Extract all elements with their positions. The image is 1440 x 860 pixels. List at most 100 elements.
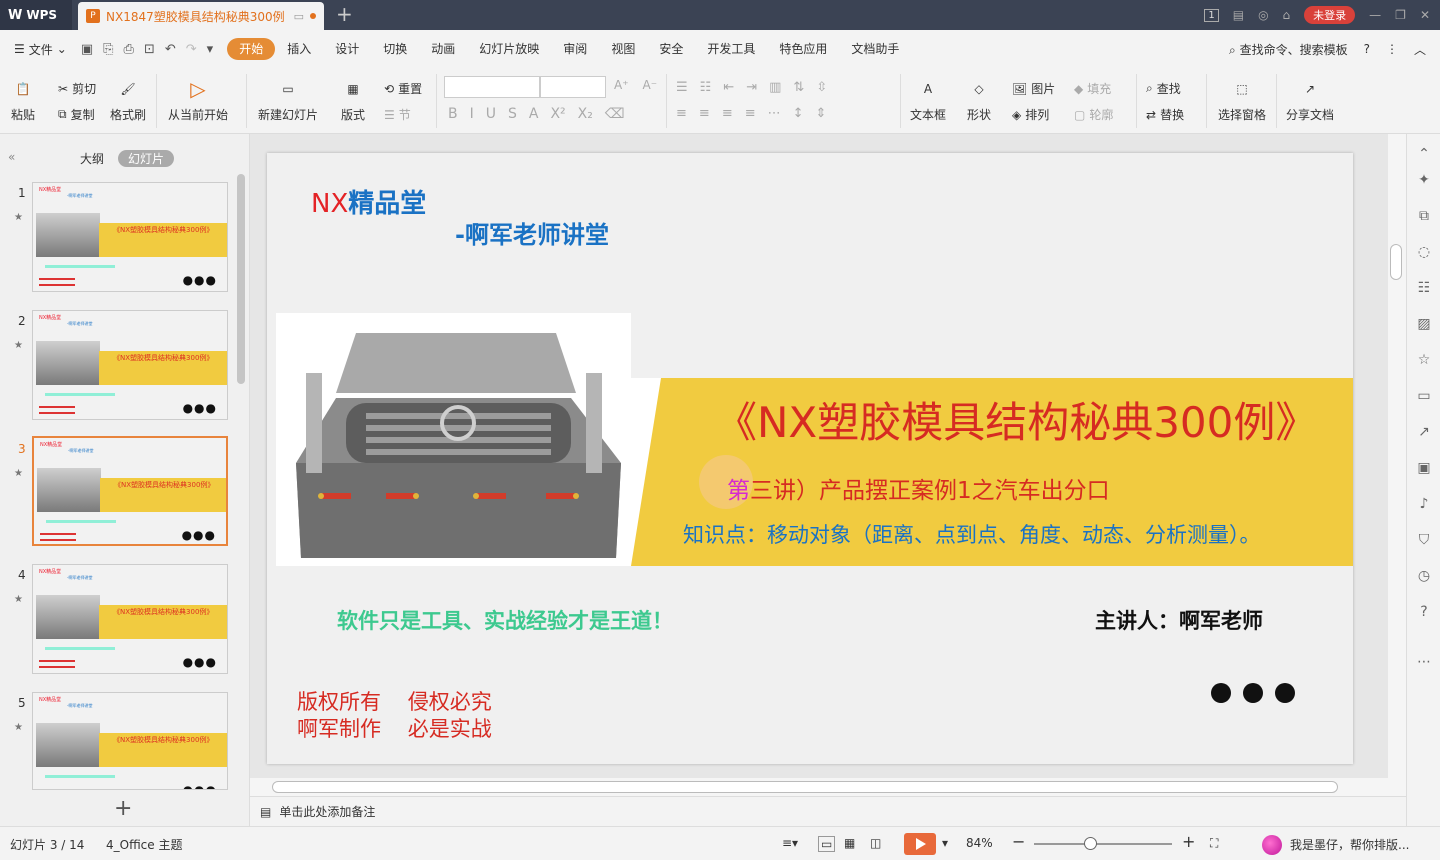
strikethrough-icon[interactable]: S	[508, 106, 517, 122]
print-preview-icon[interactable]: ⊡	[144, 42, 155, 57]
menu-home[interactable]: 开始	[227, 38, 276, 60]
image-icon[interactable]: ▣	[1416, 460, 1432, 476]
align-right-icon[interactable]: ≡	[722, 106, 733, 121]
audio-icon[interactable]: ♪	[1416, 496, 1432, 512]
font-size-select[interactable]	[540, 76, 606, 98]
menu-assistant[interactable]: 文档助手	[839, 38, 911, 60]
shield-icon[interactable]: ⛉	[1416, 532, 1432, 548]
copyright-line-2[interactable]: 啊军制作 必是实战	[297, 713, 492, 743]
current-slide[interactable]: NX精品堂 -啊军老师讲堂 《NX塑胶模具结构秘典300例》 第三讲）产品摆正案…	[267, 153, 1353, 764]
help-icon[interactable]: ?	[1416, 604, 1432, 620]
menu-view[interactable]: 视图	[599, 38, 647, 60]
menu-slideshow[interactable]: 幻灯片放映	[467, 38, 551, 60]
shape-style-icon[interactable]: ◌	[1416, 244, 1432, 260]
arrange-button[interactable]: ◈ 排列	[1012, 106, 1049, 123]
wps-home-button[interactable]: W WPS	[0, 0, 72, 30]
slide-motto[interactable]: 软件只是工具、实战经验才是王道！	[337, 605, 673, 635]
layout-icon[interactable]: ▤	[1233, 8, 1244, 22]
from-current-button[interactable]: ▷ 从当前开始	[168, 76, 228, 123]
text-direction-icon[interactable]: ⇅	[793, 80, 804, 95]
underline-icon[interactable]: U	[486, 106, 496, 122]
zoom-slider-handle[interactable]	[1084, 837, 1097, 850]
star-icon[interactable]: ☆	[1416, 352, 1432, 368]
picture-button[interactable]: 🖼 图片	[1012, 80, 1055, 97]
document-tab[interactable]: P NX1847塑胶模具结构秘典300例 ▭	[78, 2, 324, 30]
slide-thumbnail-3[interactable]: NX精品堂 -啊军老师讲堂 《NX塑胶模具结构秘典300例》 ●●●	[32, 436, 228, 546]
menu-design[interactable]: 设计	[323, 38, 371, 60]
horizontal-scrollbar[interactable]	[250, 778, 1406, 796]
copy-button[interactable]: ⧉ 复制	[58, 106, 95, 123]
paste-button[interactable]: 📋 粘贴	[10, 76, 36, 123]
distribute-icon[interactable]: ⋯	[768, 106, 781, 121]
collapse-panel-icon[interactable]: «	[8, 150, 15, 164]
save-icon[interactable]: ▣	[81, 42, 93, 57]
window-count-badge[interactable]: 1	[1204, 8, 1219, 22]
assistant-message[interactable]: 我是墨仔，帮你排版...	[1290, 836, 1409, 853]
normal-view-icon[interactable]: ▭	[818, 836, 836, 852]
close-icon[interactable]: ✕	[1420, 8, 1430, 22]
section-button[interactable]: ☰ 节	[384, 106, 411, 123]
font-family-select[interactable]	[444, 76, 540, 98]
archive-icon[interactable]: ▭	[1416, 388, 1432, 404]
cut-button[interactable]: ✂ 剪切	[58, 80, 96, 97]
align-center-icon[interactable]: ≡	[699, 106, 710, 121]
play-slideshow-button[interactable]	[904, 833, 936, 855]
collapse-ribbon-icon[interactable]: ︿	[1414, 41, 1426, 58]
shape-button[interactable]: ◇ 形状	[966, 76, 992, 123]
lecture-title[interactable]: 第三讲）产品摆正案例1之汽车出分口	[727, 471, 1110, 505]
reading-view-icon[interactable]: ◫	[870, 836, 881, 850]
menu-special[interactable]: 特色应用	[767, 38, 839, 60]
slide-thumbnail-5[interactable]: NX精品堂 -啊军老师讲堂 《NX塑胶模具结构秘典300例》 ●●●	[32, 692, 228, 790]
slide-thumbnail-2[interactable]: NX精品堂 -啊军老师讲堂 《NX塑胶模具结构秘典300例》 ●●●	[32, 310, 228, 420]
slide-title[interactable]: 《NX塑胶模具结构秘典300例》	[715, 389, 1317, 450]
indent-icon[interactable]: ⇥	[746, 80, 757, 95]
textbox-button[interactable]: A 文本框	[910, 76, 946, 123]
copyright-line-1[interactable]: 版权所有 侵权必究	[297, 686, 492, 716]
help-icon[interactable]: ?	[1364, 42, 1370, 56]
menu-insert[interactable]: 插入	[275, 38, 323, 60]
mold-photo[interactable]	[276, 313, 631, 566]
bullet-list-icon[interactable]: ☰	[676, 80, 688, 95]
menu-security[interactable]: 安全	[647, 38, 695, 60]
unsaved-dot-icon[interactable]	[310, 13, 316, 19]
selection-pane-button[interactable]: ⬚ 选择窗格	[1218, 76, 1266, 123]
align-left-icon[interactable]: ≡	[676, 106, 687, 121]
clear-format-icon[interactable]: ⌫	[605, 106, 625, 122]
outdent-icon[interactable]: ⇤	[723, 80, 734, 95]
replace-button[interactable]: ⇄ 替换	[1146, 106, 1184, 123]
zoom-out-icon[interactable]: −	[1012, 832, 1025, 851]
menu-review[interactable]: 审阅	[551, 38, 599, 60]
add-slide-button[interactable]: +	[114, 796, 132, 821]
export-icon[interactable]: ⎘	[103, 42, 113, 57]
customize-icon[interactable]: ▾	[207, 42, 214, 57]
settings-slider-icon[interactable]: ☷	[1416, 280, 1432, 296]
slide-thumbnail-4[interactable]: NX精品堂 -啊军老师讲堂 《NX塑胶模具结构秘典300例》 ●●●	[32, 564, 228, 674]
justify-icon[interactable]: ≡	[745, 106, 756, 121]
minimize-icon[interactable]: —	[1369, 8, 1381, 22]
fill-button[interactable]: ◆ 填充	[1074, 80, 1111, 97]
more-icon[interactable]: ⋮	[1386, 42, 1398, 56]
file-menu[interactable]: ☰ 文件 ⌄	[14, 41, 67, 58]
knowledge-points[interactable]: 知识点：移动对象（距离、点到点、角度、动态、分析测量）。	[683, 519, 1261, 549]
align-text-icon[interactable]: ⇳	[816, 80, 827, 95]
notes-toggle-icon[interactable]: ≡▾	[782, 836, 798, 850]
redo-icon[interactable]: ↷	[186, 42, 197, 57]
expand-icon[interactable]: ⌃	[1416, 146, 1432, 162]
restore-icon[interactable]: ❐	[1395, 8, 1406, 22]
history-icon[interactable]: ◷	[1416, 568, 1432, 584]
subscript-icon[interactable]: X₂	[578, 106, 593, 122]
vertical-scroll-thumb[interactable]	[1390, 244, 1402, 280]
animation-icon[interactable]: ✦	[1416, 172, 1432, 188]
reset-button[interactable]: ⟲ 重置	[384, 80, 422, 97]
tab-outline[interactable]: 大纲	[80, 150, 104, 167]
command-search[interactable]: ⌕ 查找命令、搜索模板	[1229, 41, 1348, 58]
zoom-slider[interactable]	[1034, 843, 1172, 845]
zoom-level[interactable]: 84%	[966, 836, 993, 850]
column-icon[interactable]: ▥	[769, 80, 781, 95]
menu-developer[interactable]: 开发工具	[695, 38, 767, 60]
print-icon[interactable]: ⎙	[124, 42, 134, 57]
paragraph-spacing-icon[interactable]: ⇕	[816, 106, 827, 121]
slide-thumbnail-1[interactable]: NX精品堂 -啊军老师讲堂 《NX塑胶模具结构秘典300例》 ●●●	[32, 182, 228, 292]
speaker-label[interactable]: 主讲人：啊军老师	[1095, 605, 1263, 635]
gallery-icon[interactable]: ▨	[1416, 316, 1432, 332]
